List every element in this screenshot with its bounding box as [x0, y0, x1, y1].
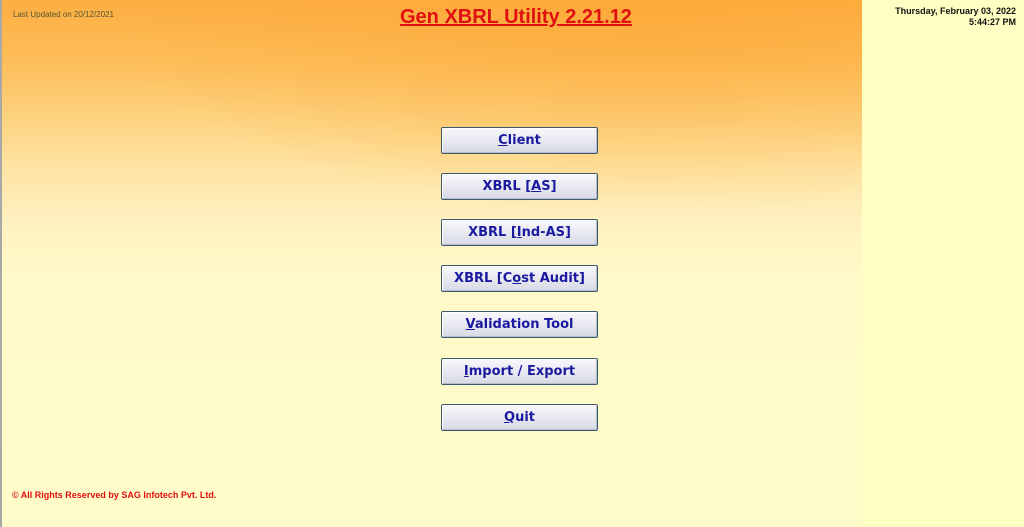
button-accelerator: V	[465, 317, 475, 332]
last-updated-label: Last Updated on 20/12/2021	[13, 10, 114, 19]
time-label: 5:44:27 PM	[968, 17, 1016, 27]
app-title: Gen XBRL Utility 2.21.12	[400, 6, 632, 28]
button-label-suffix: st Audit]	[521, 271, 585, 286]
xbrl-as-button[interactable]: XBRL [AS]	[441, 173, 598, 200]
button-label-prefix: XBRL [C	[454, 271, 513, 286]
quit-button[interactable]: Quit	[441, 404, 598, 431]
datetime-display: Thursday, February 03, 2022 5:44:27 PM	[895, 6, 1016, 28]
validation-tool-button[interactable]: Validation Tool	[441, 311, 598, 338]
button-label-prefix: XBRL [	[468, 225, 517, 240]
main-window: Last Updated on 20/12/2021 Gen XBRL Util…	[0, 0, 1024, 527]
xbrl-cost-audit-button[interactable]: XBRL [Cost Audit]	[441, 265, 598, 292]
button-label-suffix: lient	[507, 133, 541, 148]
button-accelerator: o	[512, 271, 522, 286]
xbrl-ind-as-button[interactable]: XBRL [Ind-AS]	[441, 219, 598, 246]
button-label-suffix: alidation Tool	[474, 317, 574, 332]
copyright-notice: © All Rights Reserved by SAG Infotech Pv…	[12, 490, 217, 500]
button-accelerator: A	[531, 179, 542, 194]
date-label: Thursday, February 03, 2022	[895, 6, 1016, 16]
button-accelerator: C	[498, 133, 508, 148]
button-label-suffix: nd-AS]	[521, 225, 571, 240]
side-panel	[862, 0, 1024, 527]
client-button[interactable]: Client	[441, 127, 598, 154]
button-label-suffix: mport / Export	[468, 364, 576, 379]
button-label-prefix: XBRL [	[482, 179, 532, 194]
button-accelerator: Q	[504, 410, 516, 425]
button-label-suffix: uit	[515, 410, 535, 425]
button-label-suffix: S]	[541, 179, 557, 194]
import-export-button[interactable]: Import / Export	[441, 358, 598, 385]
main-panel	[2, 0, 862, 527]
